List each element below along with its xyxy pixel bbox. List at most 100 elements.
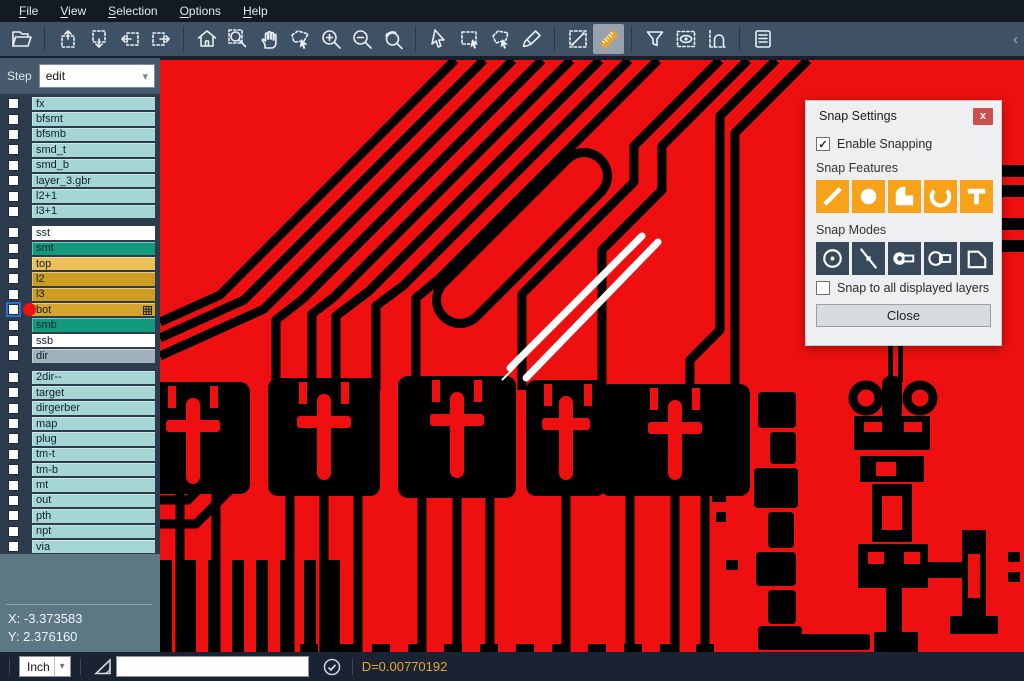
- layer-visibility-checkbox[interactable]: [8, 206, 19, 217]
- layer-row-ssb[interactable]: ssb: [0, 333, 160, 348]
- layer-row-plug[interactable]: plug: [0, 431, 160, 446]
- move-right-button[interactable]: [145, 24, 176, 54]
- layer-row-layer_3.gbr[interactable]: layer_3.gbr: [0, 173, 160, 188]
- layer-visibility-checkbox[interactable]: [8, 449, 19, 460]
- layer-row-tm-t[interactable]: tm-t: [0, 447, 160, 462]
- unit-select[interactable]: Inch ▾: [19, 656, 71, 677]
- menu-item-file[interactable]: File: [10, 2, 47, 20]
- layer-visibility-checkbox[interactable]: [8, 114, 19, 125]
- layer-row-smd_t[interactable]: smd_t: [0, 142, 160, 157]
- layer-visibility-checkbox[interactable]: [8, 304, 19, 315]
- contour-snap-button[interactable]: [960, 242, 993, 275]
- layer-row-npt[interactable]: npt: [0, 524, 160, 539]
- menu-item-selection[interactable]: Selection: [99, 2, 166, 20]
- layer-visibility-checkbox[interactable]: [8, 289, 19, 300]
- layer-row-l3+1[interactable]: l3+1: [0, 204, 160, 219]
- layer-visibility-checkbox[interactable]: [8, 480, 19, 491]
- open-file-button[interactable]: [6, 24, 37, 54]
- layer-row-bot[interactable]: bot: [0, 302, 160, 317]
- pad-filled-snap-button[interactable]: [888, 242, 921, 275]
- layer-visibility-checkbox[interactable]: [8, 335, 19, 346]
- angle-icon[interactable]: [92, 656, 114, 678]
- layer-visibility-checkbox[interactable]: [8, 372, 19, 383]
- line-snap-button[interactable]: [816, 180, 849, 213]
- layer-row-via[interactable]: via: [0, 539, 160, 554]
- toolbar-overflow-chevron[interactable]: ‹: [1013, 31, 1018, 48]
- center-snap-button[interactable]: [816, 242, 849, 275]
- zoom-out-button[interactable]: [346, 24, 377, 54]
- text-snap-button[interactable]: [960, 180, 993, 213]
- layer-row-dir[interactable]: dir: [0, 348, 160, 363]
- display-options-button[interactable]: [670, 24, 701, 54]
- layer-visibility-checkbox[interactable]: [8, 433, 19, 444]
- layer-row-mt[interactable]: mt: [0, 477, 160, 492]
- layer-visibility-checkbox[interactable]: [8, 320, 19, 331]
- layer-row-target[interactable]: target: [0, 385, 160, 400]
- filter-button[interactable]: [639, 24, 670, 54]
- circle-snap-button[interactable]: [852, 180, 885, 213]
- enable-snapping-checkbox[interactable]: [816, 137, 830, 151]
- move-left-button[interactable]: [114, 24, 145, 54]
- midpoint-snap-button[interactable]: [852, 242, 885, 275]
- menu-item-help[interactable]: Help: [234, 2, 277, 20]
- zoom-window-button[interactable]: [222, 24, 253, 54]
- layer-visibility-checkbox[interactable]: [8, 541, 19, 552]
- layer-row-map[interactable]: map: [0, 416, 160, 431]
- step-select[interactable]: edit ▾: [39, 64, 155, 88]
- layer-row-smd_b[interactable]: smd_b: [0, 158, 160, 173]
- layer-visibility-checkbox[interactable]: [8, 403, 19, 414]
- close-button[interactable]: Close: [816, 304, 991, 327]
- layer-row-dirgerber[interactable]: dirgerber: [0, 400, 160, 415]
- clear-brush-button[interactable]: [516, 24, 547, 54]
- layer-row-smb[interactable]: smb: [0, 317, 160, 332]
- all-layers-checkbox[interactable]: [816, 281, 830, 295]
- layer-row-bfsmb[interactable]: bfsmb: [0, 127, 160, 142]
- window-select-button[interactable]: [454, 24, 485, 54]
- layer-visibility-checkbox[interactable]: [8, 273, 19, 284]
- menu-item-view[interactable]: View: [51, 2, 95, 20]
- layer-row-fx[interactable]: fx: [0, 96, 160, 111]
- enable-snapping-row[interactable]: Enable Snapping: [806, 137, 1001, 151]
- layer-visibility-checkbox[interactable]: [8, 350, 19, 361]
- layer-row-sst[interactable]: sst: [0, 225, 160, 240]
- zoom-previous-button[interactable]: [377, 24, 408, 54]
- layer-visibility-checkbox[interactable]: [8, 510, 19, 521]
- report-button[interactable]: [747, 24, 778, 54]
- layer-row-top[interactable]: top: [0, 256, 160, 271]
- layer-row-smt[interactable]: smt: [0, 241, 160, 256]
- layer-row-l2+1[interactable]: l2+1: [0, 188, 160, 203]
- snap-button[interactable]: [701, 24, 732, 54]
- layer-row-l2[interactable]: l2: [0, 271, 160, 286]
- command-input[interactable]: [116, 656, 309, 677]
- arc-snap-button[interactable]: [924, 180, 957, 213]
- measure-button[interactable]: [562, 24, 593, 54]
- layer-visibility-checkbox[interactable]: [8, 258, 19, 269]
- layer-row-out[interactable]: out: [0, 493, 160, 508]
- pad-outline-snap-button[interactable]: [924, 242, 957, 275]
- layer-visibility-checkbox[interactable]: [8, 160, 19, 171]
- home-button[interactable]: [191, 24, 222, 54]
- ruler-button[interactable]: [593, 24, 624, 54]
- all-layers-row[interactable]: Snap to all displayed layers: [806, 281, 1001, 295]
- sync-check-icon[interactable]: [321, 656, 343, 678]
- pcb-canvas[interactable]: Snap Settings x Enable Snapping Snap Fea…: [160, 58, 1024, 652]
- select-button[interactable]: [423, 24, 454, 54]
- layer-row-bfsmt[interactable]: bfsmt: [0, 111, 160, 126]
- close-icon[interactable]: x: [973, 108, 993, 125]
- layer-visibility-checkbox[interactable]: [8, 495, 19, 506]
- layer-visibility-checkbox[interactable]: [8, 243, 19, 254]
- zoom-object-button[interactable]: [284, 24, 315, 54]
- pan-button[interactable]: [253, 24, 284, 54]
- layer-visibility-checkbox[interactable]: [8, 191, 19, 202]
- layer-visibility-checkbox[interactable]: [8, 464, 19, 475]
- menu-item-options[interactable]: Options: [171, 2, 230, 20]
- layer-row-2dir--[interactable]: 2dir--: [0, 370, 160, 385]
- layer-visibility-checkbox[interactable]: [8, 227, 19, 238]
- layer-visibility-checkbox[interactable]: [8, 98, 19, 109]
- layer-row-pth[interactable]: pth: [0, 508, 160, 523]
- layer-visibility-checkbox[interactable]: [8, 144, 19, 155]
- move-up-button[interactable]: [52, 24, 83, 54]
- layer-visibility-checkbox[interactable]: [8, 418, 19, 429]
- move-down-button[interactable]: [83, 24, 114, 54]
- layer-visibility-checkbox[interactable]: [8, 526, 19, 537]
